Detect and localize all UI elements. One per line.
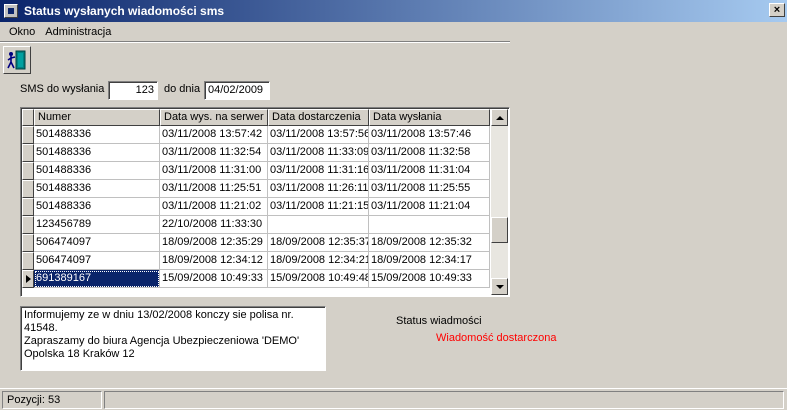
- table-row[interactable]: 501488336 03/11/2008 11:31:00 03/11/2008 1…: [22, 162, 490, 180]
- table-cell[interactable]: 03/11/2008 11:32:58: [369, 144, 490, 162]
- exit-button[interactable]: [3, 46, 31, 74]
- table-cell[interactable]: 691389167: [34, 270, 160, 288]
- current-row-arrow-icon: [25, 275, 31, 283]
- exit-door-icon: [7, 50, 26, 70]
- table-cell[interactable]: [369, 216, 490, 234]
- status-bar: Pozycji: 53: [0, 388, 787, 410]
- table-cell[interactable]: 03/11/2008 11:31:04: [369, 162, 490, 180]
- table-cell[interactable]: 03/11/2008 13:57:46: [369, 126, 490, 144]
- app-icon: [4, 4, 18, 18]
- table-cell[interactable]: 03/11/2008 11:25:55: [369, 180, 490, 198]
- table-cell[interactable]: 03/11/2008 13:57:56: [268, 126, 369, 144]
- row-indicator[interactable]: [22, 216, 34, 234]
- grid-vertical-scrollbar[interactable]: [491, 109, 508, 295]
- table-cell[interactable]: 501488336: [34, 198, 160, 216]
- sms-grid[interactable]: Numer Data wys. na serwer Data dostarcze…: [20, 107, 510, 297]
- message-text[interactable]: Informujemy ze w dniu 13/02/2008 konczy …: [20, 306, 326, 371]
- row-indicator[interactable]: [22, 252, 34, 270]
- table-cell[interactable]: 15/09/2008 10:49:33: [369, 270, 490, 288]
- table-cell[interactable]: 03/11/2008 13:57:42: [160, 126, 268, 144]
- table-cell[interactable]: [268, 216, 369, 234]
- table-cell[interactable]: 03/11/2008 11:21:15: [268, 198, 369, 216]
- status-label: Status wiadmości: [396, 315, 482, 327]
- table-cell[interactable]: 03/11/2008 11:31:00: [160, 162, 268, 180]
- table-cell[interactable]: 18/09/2008 12:35:37: [268, 234, 369, 252]
- table-cell[interactable]: 501488336: [34, 180, 160, 198]
- menu-okno[interactable]: Okno: [4, 26, 40, 38]
- table-cell[interactable]: 18/09/2008 12:35:32: [369, 234, 490, 252]
- table-cell[interactable]: 03/11/2008 11:31:16: [268, 162, 369, 180]
- date-field[interactable]: 04/02/2009: [204, 81, 270, 100]
- row-indicator[interactable]: [22, 198, 34, 216]
- row-indicator[interactable]: [22, 234, 34, 252]
- column-header-numer[interactable]: Numer: [34, 109, 160, 126]
- table-cell[interactable]: 18/09/2008 12:34:12: [160, 252, 268, 270]
- table-row[interactable]: 506474097 18/09/2008 12:35:29 18/09/2008 1…: [22, 234, 490, 252]
- row-indicator[interactable]: [22, 126, 34, 144]
- column-header-data-dostarczenia[interactable]: Data dostarczenia: [268, 109, 369, 126]
- table-cell[interactable]: 03/11/2008 11:25:51: [160, 180, 268, 198]
- table-row[interactable]: 506474097 18/09/2008 12:34:12 18/09/2008 1…: [22, 252, 490, 270]
- status-bar-position: Pozycji: 53: [2, 390, 102, 409]
- table-row[interactable]: 501488336 03/11/2008 11:21:02 03/11/2008 1…: [22, 198, 490, 216]
- table-cell[interactable]: 03/11/2008 11:21:04: [369, 198, 490, 216]
- scroll-up-button[interactable]: [491, 109, 508, 126]
- sms-count-label: SMS do wysłania: [20, 83, 105, 95]
- table-row[interactable]: 123456789 22/10/2008 11:33:30: [22, 216, 490, 234]
- table-cell[interactable]: 03/11/2008 11:33:09: [268, 144, 369, 162]
- table-cell[interactable]: 03/11/2008 11:21:02: [160, 198, 268, 216]
- table-cell[interactable]: 18/09/2008 12:34:21: [268, 252, 369, 270]
- table-cell[interactable]: 22/10/2008 11:33:30: [160, 216, 268, 234]
- date-label: do dnia: [164, 83, 201, 95]
- scroll-down-button[interactable]: [491, 278, 508, 295]
- scroll-thumb[interactable]: [491, 216, 508, 243]
- table-cell[interactable]: 501488336: [34, 144, 160, 162]
- row-indicator[interactable]: [22, 162, 34, 180]
- table-cell[interactable]: 15/09/2008 10:49:33: [160, 270, 268, 288]
- table-cell[interactable]: 506474097: [34, 252, 160, 270]
- table-cell[interactable]: 501488336: [34, 126, 160, 144]
- close-button[interactable]: ×: [769, 3, 785, 17]
- row-indicator[interactable]: [22, 270, 34, 288]
- table-cell[interactable]: 123456789: [34, 216, 160, 234]
- menu-administracja[interactable]: Administracja: [40, 26, 116, 38]
- title-bar: Status wysłanych wiadomości sms ×: [0, 0, 787, 22]
- row-indicator[interactable]: [22, 180, 34, 198]
- table-row[interactable]: 691389167 15/09/2008 10:49:33 15/09/2008 1…: [22, 270, 490, 288]
- column-header-data-wys[interactable]: Data wys. na serwer: [160, 109, 268, 126]
- table-row[interactable]: 501488336 03/11/2008 13:57:42 03/11/2008 1…: [22, 126, 490, 144]
- column-header-data-wyslania[interactable]: Data wysłania: [369, 109, 490, 126]
- scroll-down-icon: [495, 284, 504, 289]
- scroll-up-icon: [495, 115, 504, 120]
- table-cell[interactable]: 18/09/2008 12:34:17: [369, 252, 490, 270]
- table-row[interactable]: 501488336 03/11/2008 11:25:51 03/11/2008 1…: [22, 180, 490, 198]
- row-indicator[interactable]: [22, 144, 34, 162]
- grid-header: Numer Data wys. na serwer Data dostarcze…: [22, 109, 490, 126]
- window-title: Status wysłanych wiadomości sms: [24, 4, 225, 18]
- table-cell[interactable]: 18/09/2008 12:35:29: [160, 234, 268, 252]
- row-indicator-header: [22, 109, 34, 126]
- status-bar-panel-empty: [104, 390, 784, 409]
- table-cell[interactable]: 03/11/2008 11:32:54: [160, 144, 268, 162]
- sms-count-field[interactable]: 123: [108, 81, 158, 100]
- table-cell[interactable]: 03/11/2008 11:26:11: [268, 180, 369, 198]
- status-value: Wiadomość dostarczona: [436, 332, 557, 344]
- table-cell[interactable]: 506474097: [34, 234, 160, 252]
- table-row[interactable]: 501488336 03/11/2008 11:32:54 03/11/2008 1…: [22, 144, 490, 162]
- table-cell[interactable]: 501488336: [34, 162, 160, 180]
- table-cell[interactable]: 15/09/2008 10:49:48: [268, 270, 369, 288]
- menu-bar: Okno Administracja: [0, 22, 510, 42]
